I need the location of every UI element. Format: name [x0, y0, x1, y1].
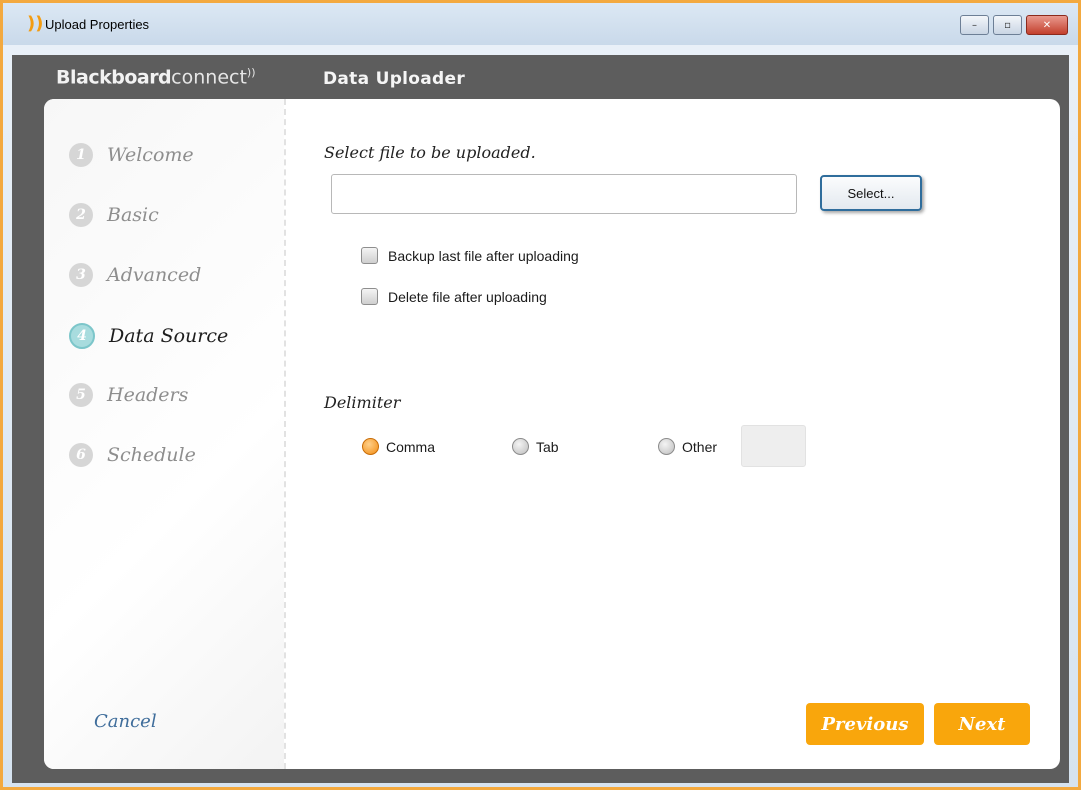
- step-label: Schedule: [107, 444, 196, 466]
- brand-name-light: connect: [171, 66, 247, 89]
- comma-radio[interactable]: [362, 438, 379, 455]
- brand-logo: Blackboardconnect)): [56, 66, 256, 88]
- step-label: Advanced: [107, 264, 202, 286]
- step-basic[interactable]: 2 Basic: [69, 203, 159, 227]
- app-title: Data Uploader: [323, 69, 466, 89]
- delimiter-tab-option[interactable]: Tab: [512, 438, 559, 455]
- step-number: 5: [69, 383, 93, 407]
- step-label: Data Source: [109, 325, 229, 347]
- previous-button[interactable]: Previous: [806, 703, 924, 745]
- other-radio[interactable]: [658, 438, 675, 455]
- steps-sidebar: 1 Welcome 2 Basic 3 Advanced 4 Data Sour…: [44, 99, 284, 769]
- window-title: Upload Properties: [45, 17, 150, 32]
- minimize-button[interactable]: –: [960, 15, 989, 35]
- next-button[interactable]: Next: [934, 703, 1030, 745]
- cancel-link[interactable]: Cancel: [94, 711, 157, 732]
- backup-checkbox[interactable]: [361, 247, 378, 264]
- step-advanced[interactable]: 3 Advanced: [69, 263, 201, 287]
- tab-radio[interactable]: [512, 438, 529, 455]
- step-label: Basic: [107, 204, 159, 226]
- step-number: 6: [69, 443, 93, 467]
- step-schedule[interactable]: 6 Schedule: [69, 443, 196, 467]
- step-label: Welcome: [107, 144, 194, 166]
- app-logo-icon: )): [27, 13, 44, 34]
- app-body: Blackboardconnect)) Data Uploader 1 Welc…: [12, 55, 1069, 783]
- delimiter-other-option[interactable]: Other: [658, 438, 717, 455]
- delete-option[interactable]: Delete file after uploading: [361, 288, 547, 305]
- tab-label: Tab: [536, 438, 559, 455]
- step-number: 1: [69, 143, 93, 167]
- file-section-heading: Select file to be uploaded.: [324, 143, 536, 162]
- delete-label: Delete file after uploading: [388, 288, 547, 305]
- window: )) Upload Properties – ▫ ✕ Blackboardcon…: [0, 0, 1081, 790]
- wizard-panel: 1 Welcome 2 Basic 3 Advanced 4 Data Sour…: [44, 99, 1060, 769]
- backup-label: Backup last file after uploading: [388, 247, 579, 264]
- step-welcome[interactable]: 1 Welcome: [69, 143, 194, 167]
- brand-mark-icon: )): [246, 66, 256, 79]
- delimiter-comma-option[interactable]: Comma: [362, 438, 435, 455]
- step-number: 4: [69, 323, 95, 349]
- file-path-input[interactable]: [331, 174, 797, 214]
- brand-name-bold: Blackboard: [56, 66, 172, 89]
- select-file-button[interactable]: Select...: [820, 175, 922, 211]
- other-label: Other: [682, 438, 718, 455]
- delete-checkbox[interactable]: [361, 288, 378, 305]
- step-number: 2: [69, 203, 93, 227]
- step-label: Headers: [107, 384, 189, 406]
- step-number: 3: [69, 263, 93, 287]
- sidebar-divider: [284, 99, 286, 769]
- window-controls: – ▫ ✕: [960, 15, 1068, 35]
- step-headers[interactable]: 5 Headers: [69, 383, 188, 407]
- close-button[interactable]: ✕: [1026, 15, 1068, 35]
- title-bar[interactable]: )) Upload Properties – ▫ ✕: [3, 3, 1078, 45]
- comma-label: Comma: [386, 438, 436, 455]
- delimiter-heading: Delimiter: [324, 393, 401, 412]
- maximize-button[interactable]: ▫: [993, 15, 1022, 35]
- other-delimiter-input[interactable]: [741, 425, 806, 467]
- step-data-source[interactable]: 4 Data Source: [69, 323, 228, 349]
- backup-option[interactable]: Backup last file after uploading: [361, 247, 579, 264]
